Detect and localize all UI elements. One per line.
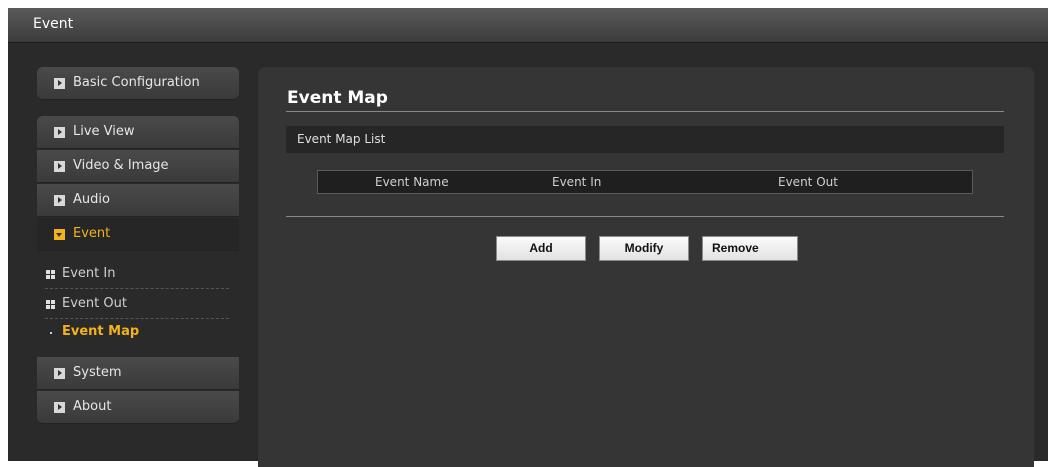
sidebar-item-live-view[interactable]: Live View bbox=[37, 116, 239, 149]
expand-plus-icon bbox=[46, 270, 55, 279]
event-map-list-header: Event Name Event In Event Out bbox=[317, 170, 973, 194]
bullet-dot-icon bbox=[50, 332, 52, 334]
title-bar: Event bbox=[8, 8, 1048, 43]
main-panel: Event Map Event Map List Event Name Even… bbox=[258, 67, 1034, 467]
arrow-right-icon bbox=[54, 78, 65, 89]
subnav-item-event-in[interactable]: Event In bbox=[45, 260, 229, 289]
app-frame: Event Basic Configuration Live View Vide… bbox=[8, 8, 1048, 467]
list-divider bbox=[286, 216, 1004, 217]
sidebar-item-about[interactable]: About bbox=[37, 391, 239, 424]
sidebar-item-audio[interactable]: Audio bbox=[37, 184, 239, 217]
title-divider bbox=[286, 111, 1004, 112]
sidebar-item-label: Video & Image bbox=[73, 158, 169, 173]
column-header-event-name: Event Name bbox=[375, 175, 449, 189]
sidebar-item-basic-configuration[interactable]: Basic Configuration bbox=[37, 67, 239, 100]
subnav-item-event-out[interactable]: Event Out bbox=[45, 290, 229, 319]
arrow-right-icon bbox=[54, 402, 65, 413]
sidebar-item-label: System bbox=[73, 365, 122, 380]
arrow-down-icon bbox=[54, 229, 65, 240]
add-button[interactable]: Add bbox=[496, 236, 586, 261]
arrow-right-icon bbox=[54, 127, 65, 138]
sidebar-item-label: Audio bbox=[73, 192, 110, 207]
arrow-right-icon bbox=[54, 368, 65, 379]
arrow-right-icon bbox=[54, 195, 65, 206]
event-subnav: Event In Event Out Event Map bbox=[37, 260, 239, 356]
sidebar-item-label: Event bbox=[73, 226, 111, 241]
sidebar-item-label: Live View bbox=[73, 124, 135, 139]
sidebar-item-label: Basic Configuration bbox=[73, 75, 200, 90]
sidebar-item-system[interactable]: System bbox=[37, 357, 239, 390]
subnav-item-label: Event Map bbox=[62, 324, 140, 339]
section-title: Event Map List bbox=[297, 132, 386, 146]
arrow-right-icon bbox=[54, 161, 65, 172]
sidebar-item-event[interactable]: Event bbox=[37, 218, 239, 251]
column-header-event-out: Event Out bbox=[778, 175, 838, 189]
modify-button[interactable]: Modify bbox=[599, 236, 689, 261]
page-title: Event Map bbox=[287, 88, 388, 108]
expand-plus-icon bbox=[46, 300, 55, 309]
remove-button[interactable]: Remove bbox=[702, 236, 798, 261]
subnav-item-event-map[interactable]: Event Map bbox=[45, 318, 229, 346]
sidebar-item-video-image[interactable]: Video & Image bbox=[37, 150, 239, 183]
subnav-item-label: Event Out bbox=[62, 296, 127, 311]
subnav-item-label: Event In bbox=[62, 266, 116, 281]
section-header: Event Map List bbox=[286, 126, 1004, 153]
column-header-event-in: Event In bbox=[552, 175, 602, 189]
sidebar-item-label: About bbox=[73, 399, 112, 414]
window-title: Event bbox=[33, 16, 74, 32]
